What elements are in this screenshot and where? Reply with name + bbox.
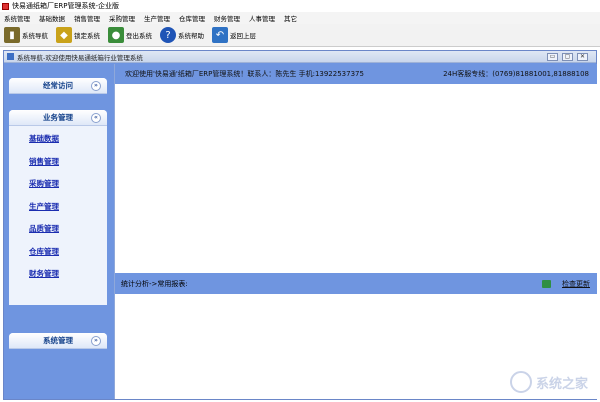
menu-item[interactable]: 生产管理 <box>144 13 170 23</box>
menu-item[interactable]: 基础数据 <box>39 13 65 23</box>
book-icon: ▮ <box>4 27 20 43</box>
sidebar-link[interactable]: 采购管理 <box>29 177 107 200</box>
welcome-text: 欢迎使用'快易通'纸箱厂ERP管理系统！联系人：陈先生 手机:139225373… <box>125 70 364 78</box>
stats-bar: 统计分析->常用报表: 检查更新 <box>115 273 597 294</box>
panel-system-header[interactable]: 系统管理 » <box>9 333 107 349</box>
window-icon <box>7 53 14 60</box>
sidebar-link[interactable]: 基础数据 <box>29 132 107 155</box>
sidebar-link[interactable]: 生产管理 <box>29 200 107 223</box>
panel-business-title: 业务管理 <box>43 113 73 122</box>
toolbar-button-label: 返回上层 <box>230 32 256 40</box>
sidebar-link[interactable]: 仓库管理 <box>29 245 107 268</box>
toolbar-button[interactable]: ▮ 系统导航 <box>4 25 48 45</box>
expand-chevron-icon[interactable]: » <box>91 81 101 91</box>
panel-frequent-header[interactable]: 经常访问 » <box>9 78 107 94</box>
panel-business-header[interactable]: 业务管理 « <box>9 110 107 126</box>
navigation-window-titlebar: 系统导航-欢迎使用快易通纸箱行业管理系统 ▭ ▢ ✕ <box>4 51 596 63</box>
menu-bar: 系统管理 基础数据 销售管理 采购管理 生产管理 仓库管理 财务管理 人事管理 其它 <box>0 12 600 24</box>
panel-frequent: 经常访问 » <box>9 78 107 94</box>
lock-icon: ◆ <box>56 27 72 43</box>
main-pane: 欢迎使用'快易通'纸箱厂ERP管理系统！联系人：陈先生 手机:139225373… <box>114 64 597 399</box>
collapse-chevron-icon[interactable]: « <box>91 113 101 123</box>
sidebar-link[interactable]: 品质管理 <box>29 222 107 245</box>
menu-item[interactable]: 系统管理 <box>4 13 30 23</box>
welcome-bar: 欢迎使用'快易通'纸箱厂ERP管理系统！联系人：陈先生 手机:139225373… <box>115 64 597 84</box>
title-bar: 快易通纸箱厂ERP管理系统-企业版 <box>0 0 600 12</box>
back-arrow-icon: ↶ <box>212 27 228 43</box>
toolbar-button-label: 锁定系统 <box>74 32 100 40</box>
content-area <box>115 84 597 273</box>
sidebar-link[interactable]: 财务管理 <box>29 267 107 290</box>
toolbar-button-label: 系统帮助 <box>178 32 204 40</box>
panel-frequent-title: 经常访问 <box>43 81 73 90</box>
toolbar-button-label: 登出系统 <box>126 32 152 40</box>
menu-item[interactable]: 仓库管理 <box>179 13 205 23</box>
menu-item[interactable]: 人事管理 <box>249 13 275 23</box>
expand-chevron-icon[interactable]: » <box>91 336 101 346</box>
panel-system-title: 系统管理 <box>43 336 73 345</box>
navigation-window: 系统导航-欢迎使用快易通纸箱行业管理系统 ▭ ▢ ✕ 经常访问 » 业务管理 «… <box>3 50 597 400</box>
sidebar-link[interactable]: 销售管理 <box>29 155 107 178</box>
watermark: 系统之家 <box>509 371 588 393</box>
panel-system: 系统管理 » <box>9 333 107 349</box>
menu-item[interactable]: 销售管理 <box>74 13 100 23</box>
toolbar-button[interactable]: ↶ 返回上层 <box>212 25 256 45</box>
stats-label: 统计分析->常用报表: <box>121 279 188 288</box>
check-update[interactable]: 检查更新 <box>542 279 590 289</box>
panel-business: 业务管理 « 基础数据 销售管理 采购管理 生产管理 品质管理 仓库管理 财务管理 <box>9 110 107 305</box>
toolbar: ▮ 系统导航 ◆ 锁定系统 ● 登出系统? 系统帮助 ↶ 返回上层 <box>0 24 600 47</box>
toolbar-button[interactable]: ◆ 锁定系统 <box>56 25 100 45</box>
check-update-link[interactable]: 检查更新 <box>562 279 590 289</box>
watermark-logo-icon <box>509 371 532 393</box>
app-icon <box>2 2 9 10</box>
business-links: 基础数据 销售管理 采购管理 生产管理 品质管理 仓库管理 财务管理 <box>9 126 107 305</box>
update-icon[interactable] <box>542 280 551 288</box>
window-title: 快易通纸箱厂ERP管理系统-企业版 <box>12 2 120 10</box>
toolbar-button[interactable]: ? 系统帮助 <box>160 25 204 45</box>
hotline-text: 24H客服专线：(0769)81881001,81888108 <box>443 70 589 78</box>
sidebar: 经常访问 » 业务管理 « 基础数据 销售管理 采购管理 生产管理 品质管理 仓库管理 财务… <box>4 64 109 399</box>
menu-item[interactable]: 其它 <box>284 13 297 23</box>
maximize-button[interactable]: ▢ <box>562 53 573 61</box>
help-icon: ? <box>160 27 176 43</box>
close-button[interactable]: ✕ <box>577 53 588 61</box>
toolbar-button-label: 系统导航 <box>22 32 48 40</box>
watermark-text: 系统之家 <box>535 376 588 392</box>
users-icon: ● <box>108 27 124 43</box>
toolbar-button[interactable]: ● 登出系统 <box>108 25 152 45</box>
minimize-button[interactable]: ▭ <box>547 53 558 61</box>
navigation-window-title: 系统导航-欢迎使用快易通纸箱行业管理系统 <box>17 53 143 62</box>
menu-item[interactable]: 财务管理 <box>214 13 240 23</box>
menu-item[interactable]: 采购管理 <box>109 13 135 23</box>
